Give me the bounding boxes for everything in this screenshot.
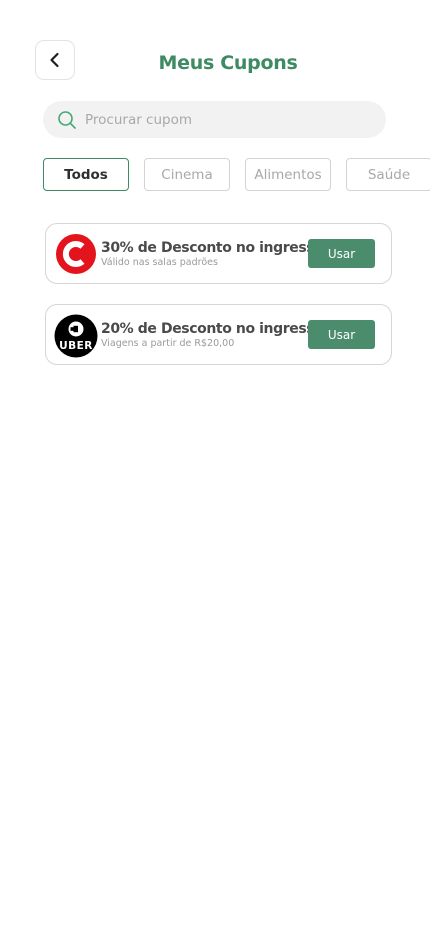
svg-text:UBER: UBER — [59, 340, 93, 352]
coupon-card: UBER 20% de Desconto no ingresso Viagens… — [45, 304, 392, 365]
coupon-info: 30% de Desconto no ingresso Válido nas s… — [101, 240, 324, 268]
uber-logo: UBER — [54, 314, 98, 358]
use-coupon-button[interactable]: Usar — [308, 320, 375, 349]
use-coupon-button[interactable]: Usar — [308, 239, 375, 268]
page-title: Meus Cupons — [158, 52, 298, 74]
filter-tab-cinema[interactable]: Cinema — [144, 158, 230, 191]
search-input[interactable] — [83, 110, 357, 129]
coupon-title: 30% de Desconto no ingresso — [101, 240, 324, 256]
coupon-title: 20% de Desconto no ingresso — [101, 321, 324, 337]
filter-tabs: Todos Cinema Alimentos Saúde — [43, 158, 430, 191]
filter-tab-saude[interactable]: Saúde — [346, 158, 430, 191]
search-icon — [57, 110, 77, 130]
coupon-info: 20% de Desconto no ingresso Viagens a pa… — [101, 321, 324, 349]
coupon-list: 30% de Desconto no ingresso Válido nas s… — [45, 223, 392, 385]
search-bar[interactable] — [43, 101, 386, 138]
coupon-card: 30% de Desconto no ingresso Válido nas s… — [45, 223, 392, 284]
cinemark-logo — [56, 234, 96, 274]
filter-tab-alimentos[interactable]: Alimentos — [245, 158, 331, 191]
coupon-subtitle: Válido nas salas padrões — [101, 257, 218, 268]
filter-tab-todos[interactable]: Todos — [43, 158, 129, 191]
coupon-subtitle: Viagens a partir de R$20,00 — [101, 338, 235, 349]
